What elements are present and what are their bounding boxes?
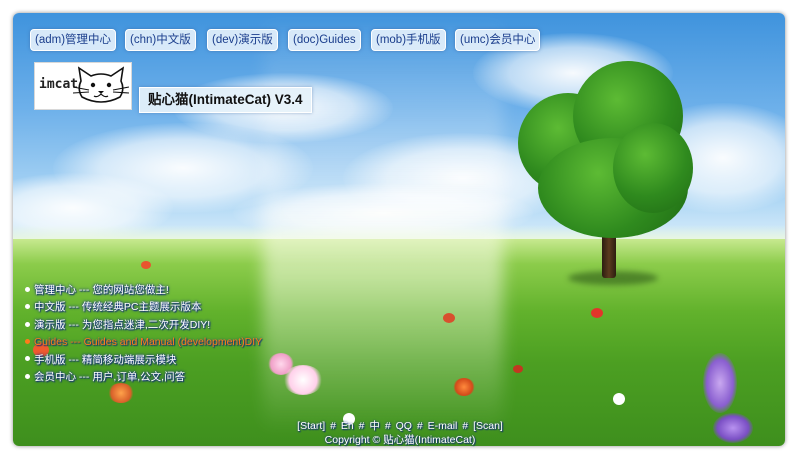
menu-item-label: 中文版 --- 传统经典PC主题展示版本 — [34, 301, 202, 314]
bullet-icon — [25, 373, 30, 379]
footer-separator: # — [358, 420, 365, 432]
footer-link-email[interactable]: E-mail — [428, 420, 458, 432]
menu-item-mob[interactable]: 手机版 --- 精简移动端展示模块 — [25, 352, 262, 369]
bullet-icon — [25, 304, 30, 310]
flower — [703, 353, 737, 413]
nav-item-umc[interactable]: (umc)会员中心 — [455, 29, 541, 51]
footer-separator: # — [416, 420, 423, 432]
menu-item-label: 管理中心 --- 您的网站您做主! — [34, 284, 169, 296]
footer-separator: # — [330, 420, 336, 432]
menu-item-dev[interactable]: 演示版 --- 为您指点迷津,二次开发DIY! — [25, 317, 262, 334]
menu-item-chn[interactable]: 中文版 --- 传统经典PC主题展示版本 — [25, 299, 262, 316]
footer-links: [Start] # En # 中 # QQ # E-mail # [Scan] — [0, 418, 800, 433]
footer-link-start[interactable]: [Start] — [297, 420, 325, 432]
menu-item-doc[interactable]: Guides --- Guides and Manual (developmen… — [25, 334, 262, 351]
menu-item-adm[interactable]: 管理中心 --- 您的网站您做主! — [25, 282, 262, 299]
site-logo[interactable]: imcat — [34, 62, 132, 110]
tree-canopy — [613, 123, 693, 213]
nav-item-dev[interactable]: (dev)演示版 — [207, 29, 278, 51]
nav-item-mob[interactable]: (mob)手机版 — [371, 29, 446, 51]
menu-item-label: Guides --- Guides and Manual (developmen… — [34, 336, 263, 349]
footer-separator: # — [384, 420, 391, 432]
bullet-icon — [25, 356, 30, 362]
bullet-icon — [25, 286, 30, 292]
footer-link-zh[interactable]: 中 — [369, 420, 380, 432]
footer-separator: # — [462, 420, 469, 432]
main-menu: 管理中心 --- 您的网站您做主! 中文版 --- 传统经典PC主题展示版本 演… — [25, 282, 262, 386]
menu-item-label: 手机版 --- 精简移动端展示模块 — [34, 353, 177, 366]
flower — [283, 365, 323, 395]
flower — [443, 313, 455, 323]
flower — [453, 378, 475, 396]
flower — [141, 261, 151, 269]
copyright: Copyright © 贴心猫(IntimateCat) — [324, 434, 476, 446]
flower — [613, 393, 625, 405]
menu-item-label: 演示版 --- 为您指点迷津,二次开发DIY! — [34, 318, 211, 331]
bullet-icon — [25, 338, 30, 344]
nav-item-chn[interactable]: (chn)中文版 — [125, 29, 196, 51]
flower — [591, 308, 603, 318]
nav-item-doc[interactable]: (doc)Guides — [288, 29, 361, 51]
menu-item-umc[interactable]: 会员中心 --- 用户,订单,公文,问答 — [25, 369, 262, 386]
bullet-icon — [25, 321, 30, 327]
footer-link-qq[interactable]: QQ — [396, 420, 412, 432]
footer-link-en[interactable]: En — [341, 420, 354, 432]
menu-item-label: 会员中心 --- 用户,订单,公文,问答 — [34, 370, 186, 383]
footer-link-scan[interactable]: [Scan] — [473, 420, 503, 432]
cat-face-icon — [73, 66, 129, 103]
flower — [513, 365, 523, 373]
nav-item-adm[interactable]: (adm)管理中心 — [30, 29, 117, 51]
site-title: 贴心猫(IntimateCat) V3.4 — [139, 87, 312, 113]
